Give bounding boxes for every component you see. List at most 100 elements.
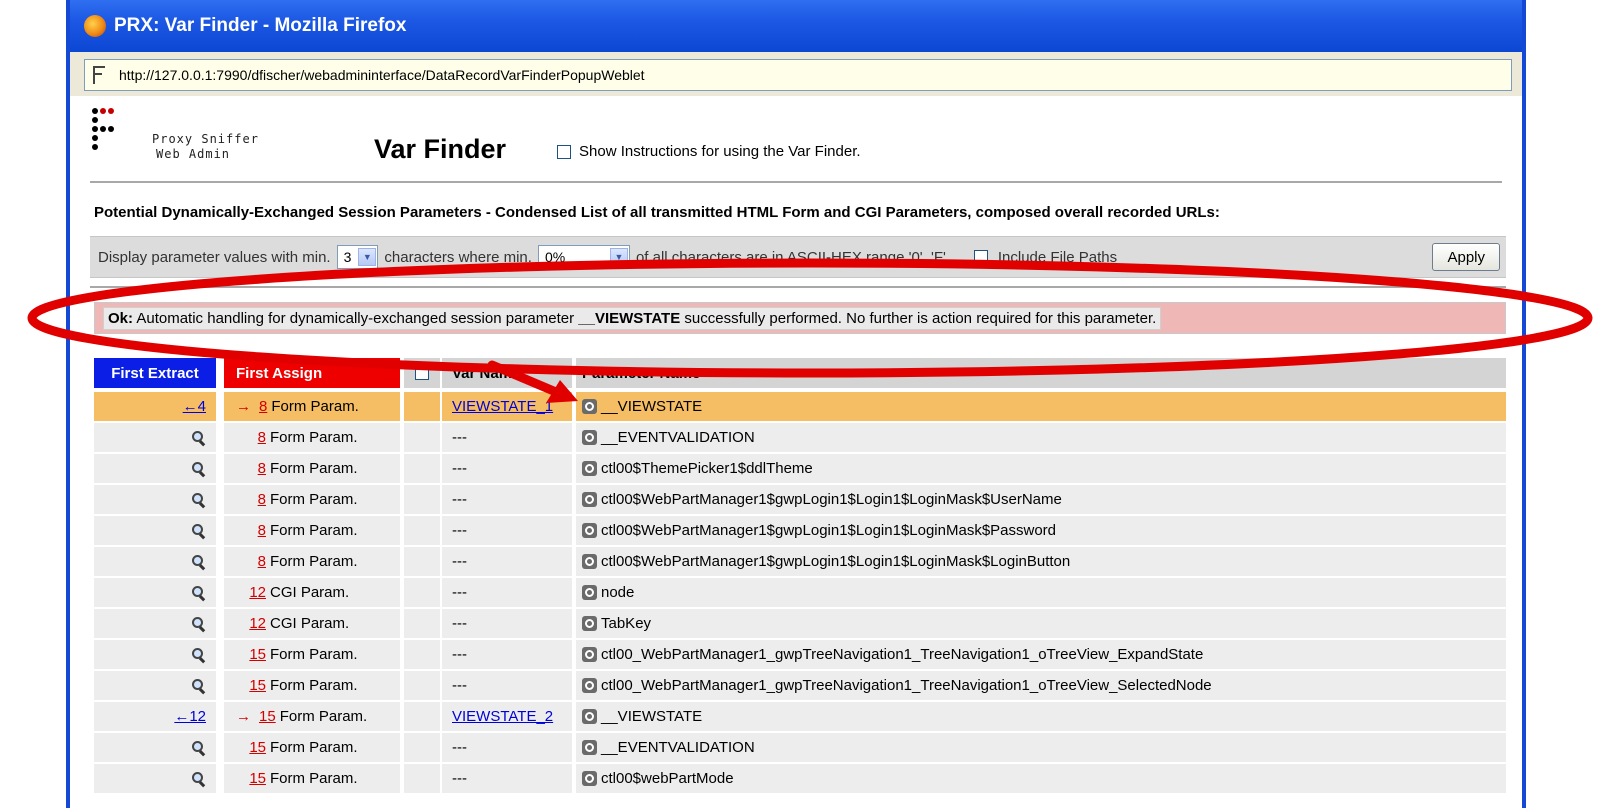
table-row: 12 CGI Param. --- TabKey bbox=[94, 609, 1506, 640]
param-name: ctl00$WebPartManager1$gwpLogin1$Login1$L… bbox=[601, 491, 1062, 508]
first-assign-link[interactable]: 8 bbox=[236, 429, 266, 446]
var-name-link[interactable]: VIEWSTATE_1 bbox=[452, 398, 553, 415]
row-select-cell bbox=[404, 733, 440, 762]
first-assign-link[interactable]: 15 bbox=[236, 646, 266, 663]
magnifier-icon[interactable] bbox=[192, 554, 206, 569]
header-var-name[interactable]: Var Name bbox=[442, 358, 572, 388]
page-icon bbox=[93, 66, 109, 84]
magnifier-icon[interactable] bbox=[192, 678, 206, 693]
first-assign-link[interactable]: 15 bbox=[236, 677, 266, 694]
header-param-name[interactable]: Parameter Name bbox=[576, 358, 1506, 388]
min-chars-select[interactable]: 3 ▼ bbox=[336, 245, 379, 269]
first-assign-link[interactable]: 8 bbox=[259, 398, 267, 415]
include-paths-checkbox[interactable] bbox=[973, 250, 988, 264]
select-all-checkbox[interactable] bbox=[415, 366, 429, 380]
param-name-cell: ctl00_WebPartManager1_gwpTreeNavigation1… bbox=[576, 640, 1506, 669]
magnifier-icon[interactable] bbox=[192, 461, 206, 476]
apply-button[interactable]: Apply bbox=[1432, 243, 1500, 271]
first-assign-link[interactable]: 8 bbox=[236, 522, 266, 539]
var-name-cell: --- bbox=[442, 578, 572, 607]
param-icon bbox=[582, 461, 597, 476]
param-type: Form Param. bbox=[270, 522, 358, 539]
param-type: Form Param. bbox=[270, 677, 358, 694]
param-name: __VIEWSTATE bbox=[601, 708, 703, 725]
param-type: Form Param. bbox=[270, 429, 358, 446]
param-type: Form Param. bbox=[279, 708, 368, 725]
param-name-cell: __VIEWSTATE bbox=[576, 392, 1506, 421]
hex-percent-select[interactable]: 0% ▼ bbox=[537, 245, 630, 269]
show-instructions-checkbox[interactable] bbox=[557, 144, 571, 159]
magnifier-icon[interactable] bbox=[192, 430, 206, 445]
magnifier-icon[interactable] bbox=[192, 523, 206, 538]
row-select-cell bbox=[404, 702, 440, 731]
param-type: Form Param. bbox=[271, 398, 359, 415]
var-name-cell: --- bbox=[442, 640, 572, 669]
var-name-cell: VIEWSTATE_2 bbox=[442, 702, 572, 731]
first-assign-link[interactable]: 15 bbox=[236, 739, 266, 756]
first-assign-link[interactable]: 8 bbox=[236, 553, 266, 570]
magnifier-icon[interactable] bbox=[192, 740, 206, 755]
first-assign-link[interactable]: 12 bbox=[236, 584, 266, 601]
param-name-cell: ctl00$webPartMode bbox=[576, 764, 1506, 793]
first-assign-link[interactable]: 8 bbox=[236, 460, 266, 477]
var-name-link[interactable]: VIEWSTATE_2 bbox=[452, 708, 553, 725]
min-chars-value: 3 bbox=[343, 249, 352, 265]
table-row: 15 Form Param. --- ctl00$webPartMode bbox=[94, 764, 1506, 795]
magnifier-icon[interactable] bbox=[192, 771, 206, 786]
param-name-cell: TabKey bbox=[576, 609, 1506, 638]
param-name: node bbox=[601, 584, 635, 601]
first-extract-link[interactable]: ←12 bbox=[174, 708, 206, 725]
first-assign-link[interactable]: 8 bbox=[236, 491, 266, 508]
first-extract-cell bbox=[94, 485, 216, 514]
first-assign-cell: → 15 Form Param. bbox=[224, 702, 400, 731]
param-name-cell: ctl00_WebPartManager1_gwpTreeNavigation1… bbox=[576, 671, 1506, 700]
proxy-sniffer-logo-icon bbox=[92, 108, 136, 158]
magnifier-icon[interactable] bbox=[192, 492, 206, 507]
header-first-assign[interactable]: First Assign bbox=[224, 358, 400, 388]
table-row: 8 Form Param. --- ctl00$ThemePicker1$ddlThe… bbox=[94, 454, 1506, 485]
param-icon bbox=[582, 523, 597, 538]
first-extract-cell bbox=[94, 516, 216, 545]
param-name: ctl00$ThemePicker1$ddlTheme bbox=[601, 460, 813, 477]
param-name-cell: ctl00$WebPartManager1$gwpLogin1$Login1$L… bbox=[576, 547, 1506, 576]
table-row: 15 Form Param. --- ctl00_WebPartManager1_gw… bbox=[94, 640, 1506, 671]
param-icon bbox=[582, 399, 597, 414]
show-instructions-label: Show Instructions for using the Var Find… bbox=[579, 143, 861, 160]
first-assign-cell: 8 Form Param. bbox=[224, 454, 400, 483]
chevron-down-icon[interactable]: ▼ bbox=[358, 248, 377, 266]
param-table: ←4 → 8 Form Param. VIEWSTATE_1 __VIEWSTATE 8 Fo… bbox=[94, 392, 1506, 795]
ok-param: __VIEWSTATE bbox=[578, 309, 681, 327]
var-name-empty: --- bbox=[452, 553, 467, 570]
table-row: ←12 → 15 Form Param. VIEWSTATE_2 __VIEWSTATE bbox=[94, 702, 1506, 733]
divider bbox=[90, 286, 1506, 288]
table-header: First Extract First Assign Var Name Para… bbox=[94, 358, 1506, 388]
magnifier-icon[interactable] bbox=[192, 616, 206, 631]
magnifier-icon[interactable] bbox=[192, 585, 206, 600]
magnifier-icon[interactable] bbox=[192, 647, 206, 662]
address-bar: http://127.0.0.1:7990/dfischer/webadmini… bbox=[70, 52, 1522, 97]
divider bbox=[90, 181, 1502, 183]
table-row: 8 Form Param. --- ctl00$WebPartManager1$gwp… bbox=[94, 485, 1506, 516]
param-icon bbox=[582, 647, 597, 662]
var-name-empty: --- bbox=[452, 677, 467, 694]
param-icon bbox=[582, 430, 597, 445]
var-name-empty: --- bbox=[452, 460, 467, 477]
row-select-cell bbox=[404, 516, 440, 545]
header-first-extract[interactable]: First Extract bbox=[94, 358, 216, 388]
param-type: Form Param. bbox=[270, 739, 358, 756]
assign-arrow-icon: → bbox=[236, 708, 251, 725]
section-heading: Potential Dynamically-Exchanged Session … bbox=[94, 204, 1220, 221]
param-name: __VIEWSTATE bbox=[601, 398, 703, 415]
chevron-down-icon[interactable]: ▼ bbox=[609, 248, 628, 266]
show-instructions[interactable]: Show Instructions for using the Var Find… bbox=[557, 143, 861, 160]
url-input[interactable]: http://127.0.0.1:7990/dfischer/webadmini… bbox=[84, 59, 1512, 91]
firefox-icon bbox=[84, 15, 106, 37]
first-assign-link[interactable]: 15 bbox=[236, 770, 266, 787]
first-extract-link[interactable]: ←4 bbox=[183, 398, 206, 415]
first-assign-link[interactable]: 15 bbox=[259, 708, 276, 725]
first-assign-link[interactable]: 12 bbox=[236, 615, 266, 632]
var-name-empty: --- bbox=[452, 739, 467, 756]
first-assign-cell: 8 Form Param. bbox=[224, 423, 400, 452]
var-name-empty: --- bbox=[452, 429, 467, 446]
first-extract-cell bbox=[94, 733, 216, 762]
